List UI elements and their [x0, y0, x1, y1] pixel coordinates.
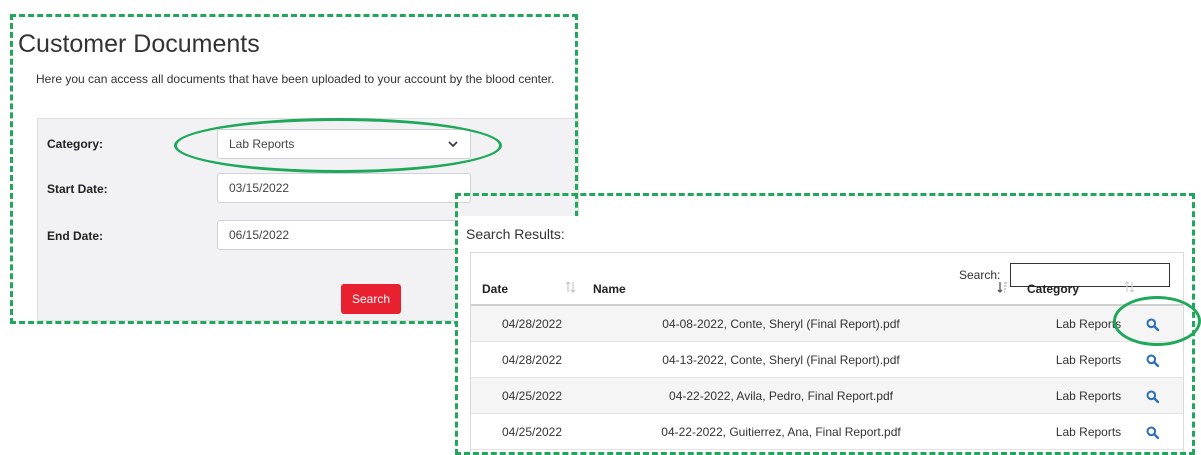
- highlight-oval-view-icon: [1113, 296, 1201, 346]
- highlight-oval-category: [174, 118, 502, 173]
- start-date-label: Start Date:: [47, 182, 108, 196]
- end-date-input[interactable]: 06/15/2022: [217, 220, 471, 250]
- table-row: 04/25/2022 04-22-2022, Guitierrez, Ana, …: [471, 414, 1183, 450]
- column-header-name[interactable]: Name: [593, 282, 626, 296]
- magnifier-icon: [1146, 390, 1159, 403]
- intro-text: Here you can access all documents that h…: [36, 72, 555, 86]
- magnifier-icon: [1146, 354, 1159, 367]
- table-row: 04/28/2022 04-08-2022, Conte, Sheryl (Fi…: [471, 306, 1183, 342]
- magnifier-icon: [1146, 426, 1159, 439]
- row-category: Lab Reports: [1055, 353, 1122, 367]
- row-name: 04-13-2022, Conte, Sheryl (Final Report)…: [662, 353, 900, 367]
- row-category: Lab Reports: [1055, 389, 1122, 403]
- view-document-button[interactable]: [1139, 378, 1165, 414]
- row-name: 04-08-2022, Conte, Sheryl (Final Report)…: [662, 317, 900, 331]
- search-button[interactable]: Search: [341, 284, 401, 314]
- end-date-value: 06/15/2022: [229, 228, 290, 242]
- sort-icon[interactable]: [1124, 281, 1135, 293]
- start-date-value: 03/15/2022: [229, 181, 290, 195]
- table-row: 04/25/2022 04-22-2022, Avila, Pedro, Fin…: [471, 378, 1183, 414]
- start-date-input[interactable]: 03/15/2022: [217, 173, 471, 203]
- page-title: Customer Documents: [18, 30, 260, 58]
- sort-desc-icon[interactable]: [997, 281, 1008, 293]
- column-header-date[interactable]: Date: [482, 282, 508, 296]
- row-name: 04-22-2022, Avila, Pedro, Final Report.p…: [669, 389, 893, 403]
- row-name: 04-22-2022, Guitierrez, Ana, Final Repor…: [661, 425, 901, 439]
- row-category: Lab Reports: [1055, 425, 1122, 439]
- sort-icon[interactable]: [565, 281, 576, 293]
- view-document-button[interactable]: [1139, 414, 1165, 450]
- view-document-button[interactable]: [1139, 342, 1165, 378]
- column-header-category[interactable]: Category: [1027, 282, 1079, 296]
- end-date-label: End Date:: [47, 229, 104, 243]
- results-title: Search Results:: [466, 226, 565, 242]
- table-row: 04/28/2022 04-13-2022, Conte, Sheryl (Fi…: [471, 342, 1183, 378]
- category-label: Category:: [47, 137, 104, 151]
- table-search-label: Search:: [959, 268, 1001, 282]
